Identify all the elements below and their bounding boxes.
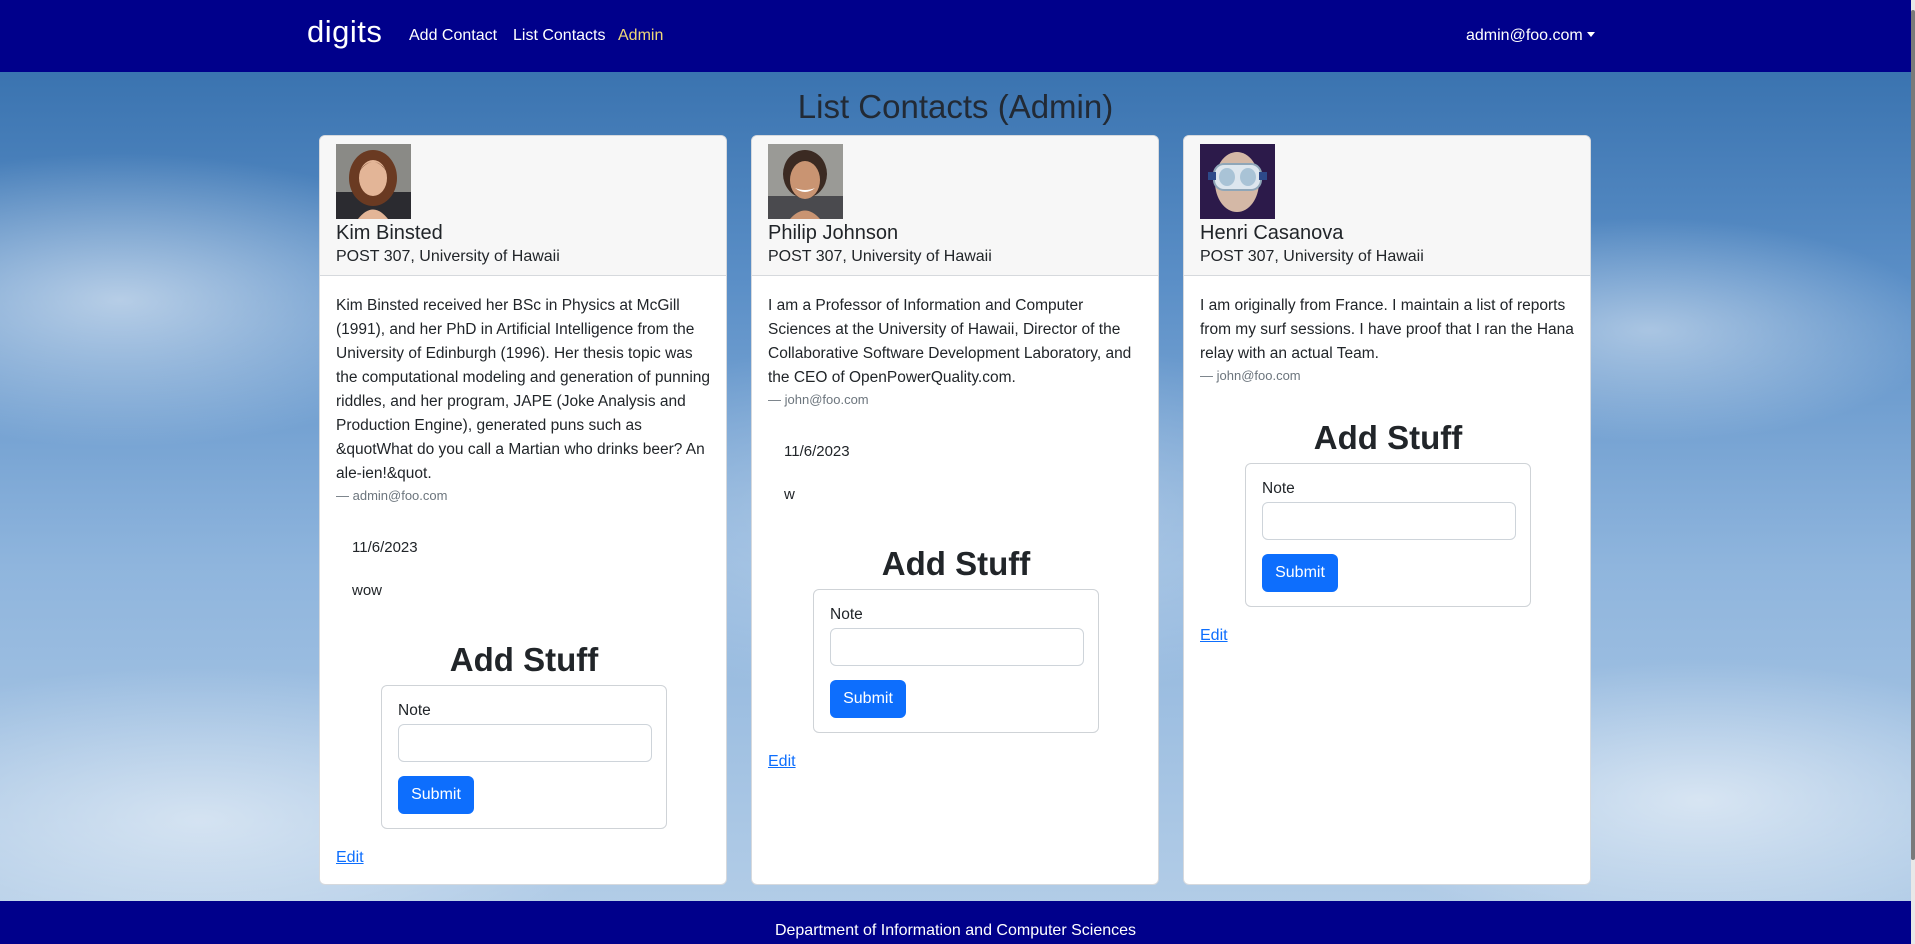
submit-button[interactable]: Submit [398, 776, 474, 814]
user-dropdown[interactable]: admin@foo.com [1466, 27, 1595, 45]
navbar: digits Add Contact List Contacts Admin a… [0, 0, 1911, 72]
edit-link[interactable]: Edit [768, 753, 796, 771]
submit-button[interactable]: Submit [830, 680, 906, 718]
edit-link[interactable]: Edit [1200, 627, 1228, 645]
brand-logo[interactable]: digits [307, 14, 382, 50]
card-header: Philip Johnson POST 307, University of H… [752, 136, 1158, 276]
contact-name: Kim Binsted [336, 222, 443, 244]
contact-description: Kim Binsted received her BSc in Physics … [336, 297, 710, 482]
nav-admin[interactable]: Admin [618, 27, 663, 45]
contact-owner: — john@foo.com [768, 392, 869, 407]
contact-card: Henri Casanova POST 307, University of H… [1183, 135, 1591, 885]
avatar [768, 144, 843, 219]
note-input[interactable] [1262, 502, 1516, 540]
note-text: wow [352, 582, 383, 599]
scrollbar[interactable] [1911, 0, 1915, 944]
contact-description: I am originally from France. I maintain … [1200, 297, 1574, 362]
add-note-form: Note Submit [381, 685, 667, 829]
add-stuff-title: Add Stuff [881, 545, 1031, 582]
contact-name: Henri Casanova [1200, 222, 1344, 244]
note-label: Note [398, 702, 431, 719]
add-stuff-title: Add Stuff [449, 641, 599, 678]
add-note-form: Note Submit [1245, 463, 1531, 607]
note-date: 11/6/2023 [352, 539, 418, 556]
note-input[interactable] [830, 628, 1084, 666]
page-title: List Contacts (Admin) [797, 88, 1114, 125]
contact-address: POST 307, University of Hawaii [336, 248, 560, 265]
footer: Department of Information and Computer S… [0, 901, 1911, 944]
avatar [336, 144, 411, 219]
note-label: Note [830, 606, 863, 623]
avatar [1200, 144, 1275, 219]
nav-list-contacts[interactable]: List Contacts [513, 27, 605, 45]
add-note-form: Note Submit [813, 589, 1099, 733]
user-email: admin@foo.com [1466, 27, 1583, 44]
edit-link[interactable]: Edit [336, 849, 364, 867]
contact-card: Kim Binsted POST 307, University of Hawa… [319, 135, 727, 885]
contact-owner: — admin@foo.com [336, 488, 448, 503]
note-input[interactable] [398, 724, 652, 762]
chevron-down-icon [1586, 32, 1595, 37]
contact-owner: — john@foo.com [1200, 368, 1301, 383]
card-body: I am originally from France. I maintain … [1200, 294, 1576, 645]
add-stuff-title: Add Stuff [1313, 419, 1463, 456]
contact-address: POST 307, University of Hawaii [768, 248, 992, 265]
card-header: Kim Binsted POST 307, University of Hawa… [320, 136, 726, 276]
nav-add-contact[interactable]: Add Contact [409, 27, 497, 45]
card-body: Kim Binsted received her BSc in Physics … [336, 294, 712, 867]
contact-card: Philip Johnson POST 307, University of H… [751, 135, 1159, 885]
submit-button[interactable]: Submit [1262, 554, 1338, 592]
contact-name: Philip Johnson [768, 222, 899, 244]
card-header: Henri Casanova POST 307, University of H… [1184, 136, 1590, 276]
footer-text: Department of Information and Computer S… [774, 922, 1137, 939]
contact-address: POST 307, University of Hawaii [1200, 248, 1424, 265]
scrollbar-thumb[interactable] [1911, 10, 1915, 860]
note-item: 11/6/2023 wow [352, 539, 712, 599]
note-date: 11/6/2023 [784, 443, 850, 460]
card-body: I am a Professor of Information and Comp… [768, 294, 1144, 771]
contact-description: I am a Professor of Information and Comp… [768, 297, 1132, 386]
note-item: 11/6/2023 w [784, 443, 1144, 503]
note-label: Note [1262, 480, 1295, 497]
note-text: w [784, 486, 795, 503]
